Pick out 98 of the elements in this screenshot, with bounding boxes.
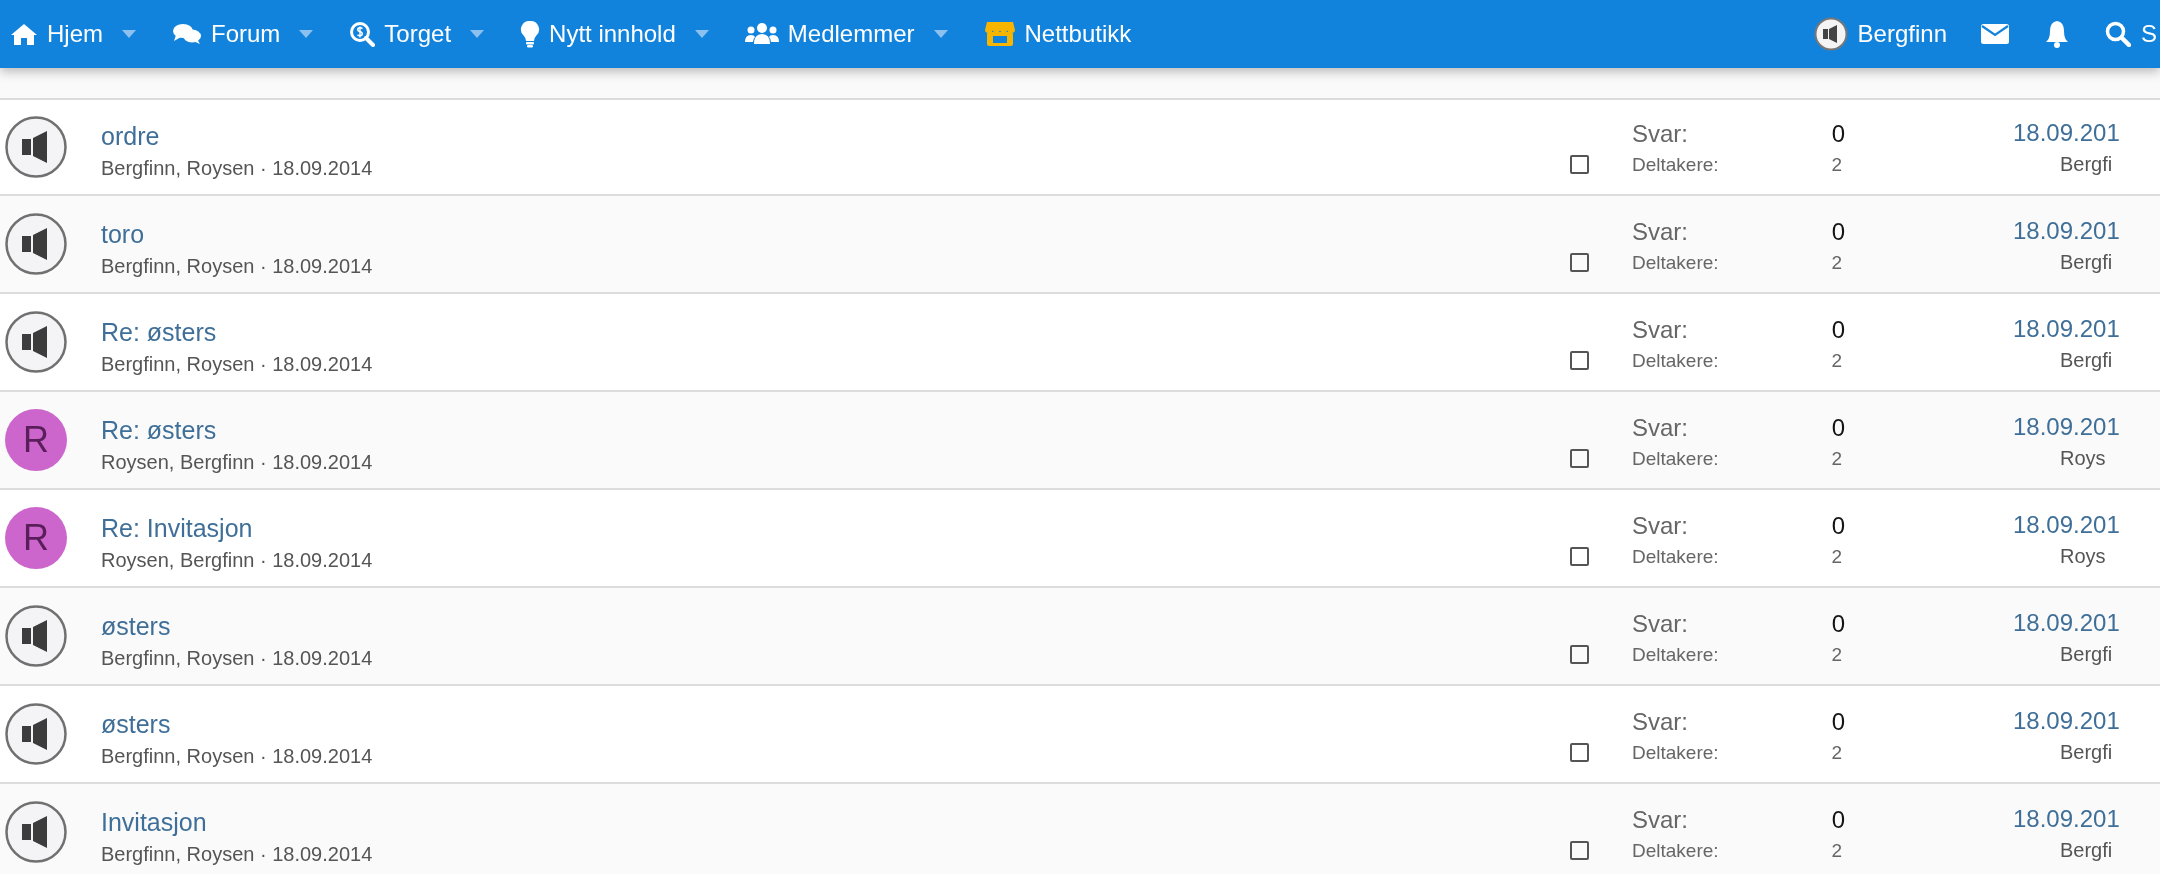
last-message-user: Bergfi bbox=[2059, 349, 2113, 372]
conversation-meta: Bergfinn, Roysen · 18.09.2014 bbox=[101, 843, 373, 866]
conversation-title-link[interactable]: østers bbox=[101, 612, 171, 641]
conversation-title-link[interactable]: østers bbox=[101, 710, 171, 739]
replies-label: Svar: bbox=[1632, 708, 1688, 736]
select-checkbox[interactable] bbox=[1570, 253, 1589, 272]
conversation-title-link[interactable]: ordre bbox=[101, 122, 160, 151]
conversation-title-link[interactable]: Invitasjon bbox=[101, 808, 207, 837]
replies-label: Svar: bbox=[1632, 120, 1688, 148]
last-message-date-link[interactable]: 18.09.201 bbox=[2013, 119, 2120, 147]
replies-label: Svar: bbox=[1632, 316, 1688, 344]
replies-count: 0 bbox=[1831, 316, 1845, 344]
conversation-title-link[interactable]: Re: østers bbox=[101, 318, 217, 347]
conversation-meta: Bergfinn, Roysen · 18.09.2014 bbox=[101, 255, 373, 278]
last-message-user: Bergfi bbox=[2059, 643, 2113, 666]
last-message-date-link[interactable]: 18.09.201 bbox=[2013, 707, 2120, 735]
account-link[interactable]: Bergfinn bbox=[1813, 17, 1981, 51]
search-link[interactable]: S bbox=[2105, 20, 2160, 48]
last-message-date-link[interactable]: 18.09.201 bbox=[2013, 511, 2120, 539]
participants-count: 2 bbox=[1831, 644, 1843, 666]
select-checkbox[interactable] bbox=[1570, 743, 1589, 762]
replies-count: 0 bbox=[1831, 218, 1845, 246]
select-checkbox[interactable] bbox=[1570, 449, 1589, 468]
user-avatar[interactable]: R bbox=[5, 507, 67, 569]
speaker-avatar-icon[interactable] bbox=[5, 703, 67, 765]
last-message-user: Roys bbox=[2059, 545, 2106, 568]
user-avatar-icon bbox=[1813, 17, 1848, 51]
replies-count: 0 bbox=[1831, 708, 1845, 736]
replies-label: Svar: bbox=[1632, 806, 1688, 834]
last-message-user: Roys bbox=[2059, 447, 2106, 470]
last-message-date-link[interactable]: 18.09.201 bbox=[2013, 609, 2120, 637]
participants-count: 2 bbox=[1831, 546, 1843, 568]
conversation-meta: Bergfinn, Roysen · 18.09.2014 bbox=[101, 647, 373, 670]
participants-count: 2 bbox=[1831, 448, 1843, 470]
participants-label: Deltakere: bbox=[1632, 252, 1719, 274]
replies-count: 0 bbox=[1831, 610, 1845, 638]
participants-count: 2 bbox=[1831, 252, 1843, 274]
conversation-meta: Bergfinn, Roysen · 18.09.2014 bbox=[101, 353, 373, 376]
replies-label: Svar: bbox=[1632, 610, 1688, 638]
conversation-title-link[interactable]: toro bbox=[101, 220, 145, 249]
dollar-search-icon bbox=[349, 21, 376, 47]
lightbulb-icon bbox=[520, 20, 541, 48]
nav-tab[interactable]: Torget bbox=[349, 20, 521, 48]
chat-bubbles-icon bbox=[172, 22, 202, 46]
home-icon bbox=[10, 22, 38, 46]
replies-count: 0 bbox=[1831, 512, 1845, 540]
conversation-meta: Roysen, Bergfinn · 18.09.2014 bbox=[101, 549, 373, 572]
speaker-avatar-icon[interactable] bbox=[5, 801, 67, 863]
envelope-icon bbox=[1981, 24, 2009, 44]
nav-tab[interactable]: Hjem bbox=[10, 20, 172, 48]
select-checkbox[interactable] bbox=[1570, 351, 1589, 370]
last-message-date-link[interactable]: 18.09.201 bbox=[2013, 413, 2120, 441]
conversation-meta: Bergfinn, Roysen · 18.09.2014 bbox=[101, 745, 373, 768]
search-icon bbox=[2105, 21, 2131, 47]
conversation-title-link[interactable]: Re: østers bbox=[101, 416, 217, 445]
speaker-avatar-icon[interactable] bbox=[5, 605, 67, 667]
participants-count: 2 bbox=[1831, 840, 1843, 862]
participants-label: Deltakere: bbox=[1632, 448, 1719, 470]
replies-count: 0 bbox=[1831, 414, 1845, 442]
last-message-user: Bergfi bbox=[2059, 839, 2113, 862]
speaker-avatar-icon[interactable] bbox=[5, 311, 67, 373]
participants-count: 2 bbox=[1831, 742, 1843, 764]
last-message-date-link[interactable]: 18.09.201 bbox=[2013, 315, 2120, 343]
nav-tab[interactable]: Nytt innhold bbox=[520, 20, 745, 48]
last-message-user: Bergfi bbox=[2059, 153, 2113, 176]
last-message-date-link[interactable]: 18.09.201 bbox=[2013, 805, 2120, 833]
select-checkbox[interactable] bbox=[1570, 155, 1589, 174]
store-icon bbox=[983, 21, 1016, 47]
participants-label: Deltakere: bbox=[1632, 840, 1719, 862]
speaker-avatar-icon[interactable] bbox=[5, 213, 67, 275]
participants-label: Deltakere: bbox=[1632, 742, 1719, 764]
participants-label: Deltakere: bbox=[1632, 154, 1719, 176]
participants-label: Deltakere: bbox=[1632, 350, 1719, 372]
conversation-meta: Bergfinn, Roysen · 18.09.2014 bbox=[101, 157, 373, 180]
replies-count: 0 bbox=[1831, 806, 1845, 834]
nav-tab[interactable]: Medlemmer bbox=[744, 20, 984, 48]
participants-label: Deltakere: bbox=[1632, 644, 1719, 666]
select-checkbox[interactable] bbox=[1570, 645, 1589, 664]
speaker-avatar-icon[interactable] bbox=[5, 116, 67, 178]
replies-count: 0 bbox=[1831, 120, 1845, 148]
people-icon bbox=[744, 22, 779, 46]
last-message-user: Bergfi bbox=[2059, 251, 2113, 274]
participants-count: 2 bbox=[1831, 350, 1843, 372]
conversation-title-link[interactable]: Re: Invitasjon bbox=[101, 514, 253, 543]
select-checkbox[interactable] bbox=[1570, 547, 1589, 566]
nav-tab[interactable]: Nettbutikk bbox=[983, 20, 1168, 48]
select-checkbox[interactable] bbox=[1570, 841, 1589, 860]
bell-icon bbox=[2045, 20, 2069, 48]
replies-label: Svar: bbox=[1632, 414, 1688, 442]
user-avatar[interactable]: R bbox=[5, 409, 67, 471]
replies-label: Svar: bbox=[1632, 218, 1688, 246]
last-message-date-link[interactable]: 18.09.201 bbox=[2013, 217, 2120, 245]
last-message-user: Bergfi bbox=[2059, 741, 2113, 764]
participants-count: 2 bbox=[1831, 154, 1843, 176]
conversation-meta: Roysen, Bergfinn · 18.09.2014 bbox=[101, 451, 373, 474]
replies-label: Svar: bbox=[1632, 512, 1688, 540]
nav-tab[interactable]: Forum bbox=[172, 20, 350, 48]
participants-label: Deltakere: bbox=[1632, 546, 1719, 568]
